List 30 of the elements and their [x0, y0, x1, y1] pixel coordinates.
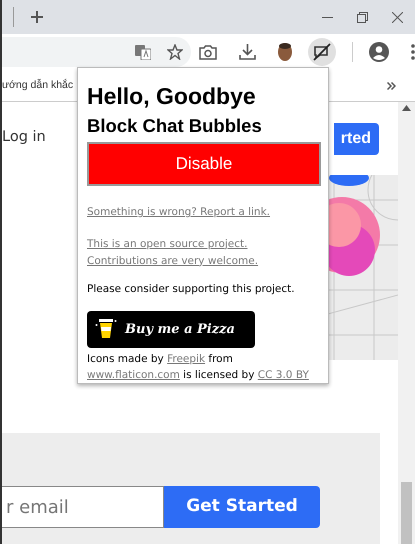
support-text: Please consider supporting this project. [87, 282, 296, 297]
open-source-link[interactable]: This is an open source project. Contributions are very welcome. [87, 236, 258, 270]
scrollbar-thumb[interactable] [401, 482, 412, 544]
disable-button[interactable]: Disable [87, 142, 321, 186]
credit-link[interactable]: www.flaticon.com [87, 368, 180, 381]
camera-icon[interactable] [199, 44, 217, 60]
buy-pizza-button[interactable]: Buy me a Pizza [87, 310, 255, 348]
report-link[interactable]: Something is wrong? Report a link. [87, 205, 270, 221]
star-icon[interactable] [167, 44, 183, 60]
email-field[interactable]: r email [2, 486, 164, 528]
profile-icon[interactable] [369, 42, 389, 62]
get-started-button[interactable]: rted [334, 123, 379, 155]
bookmark-item[interactable]: ướng dẫn khắc [2, 78, 74, 94]
chat-off-icon [313, 43, 331, 61]
credit-link[interactable]: CC 3.0 BY [258, 368, 309, 381]
credit-link[interactable]: Freepik [167, 352, 206, 365]
credits-text: Icons made by Freepik from www.flaticon.com is licensed by CC 3.0 BY [87, 352, 310, 383]
popup-subtitle: Block Chat Bubbles [87, 114, 263, 138]
menu-icon[interactable] [411, 44, 415, 60]
get-started-button[interactable]: Get Started [164, 486, 320, 528]
popup-title: Hello, Goodbye [87, 82, 257, 110]
translate-icon[interactable] [135, 44, 151, 60]
extension-button[interactable] [308, 38, 336, 66]
scroll-up-icon[interactable] [402, 105, 411, 111]
new-tab-icon[interactable] [31, 11, 43, 23]
chevron-icon[interactable] [387, 82, 396, 90]
restore-icon[interactable] [357, 12, 368, 22]
login-link[interactable]: Log in [2, 127, 46, 149]
download-icon[interactable] [239, 44, 256, 60]
close-icon[interactable] [392, 12, 403, 22]
